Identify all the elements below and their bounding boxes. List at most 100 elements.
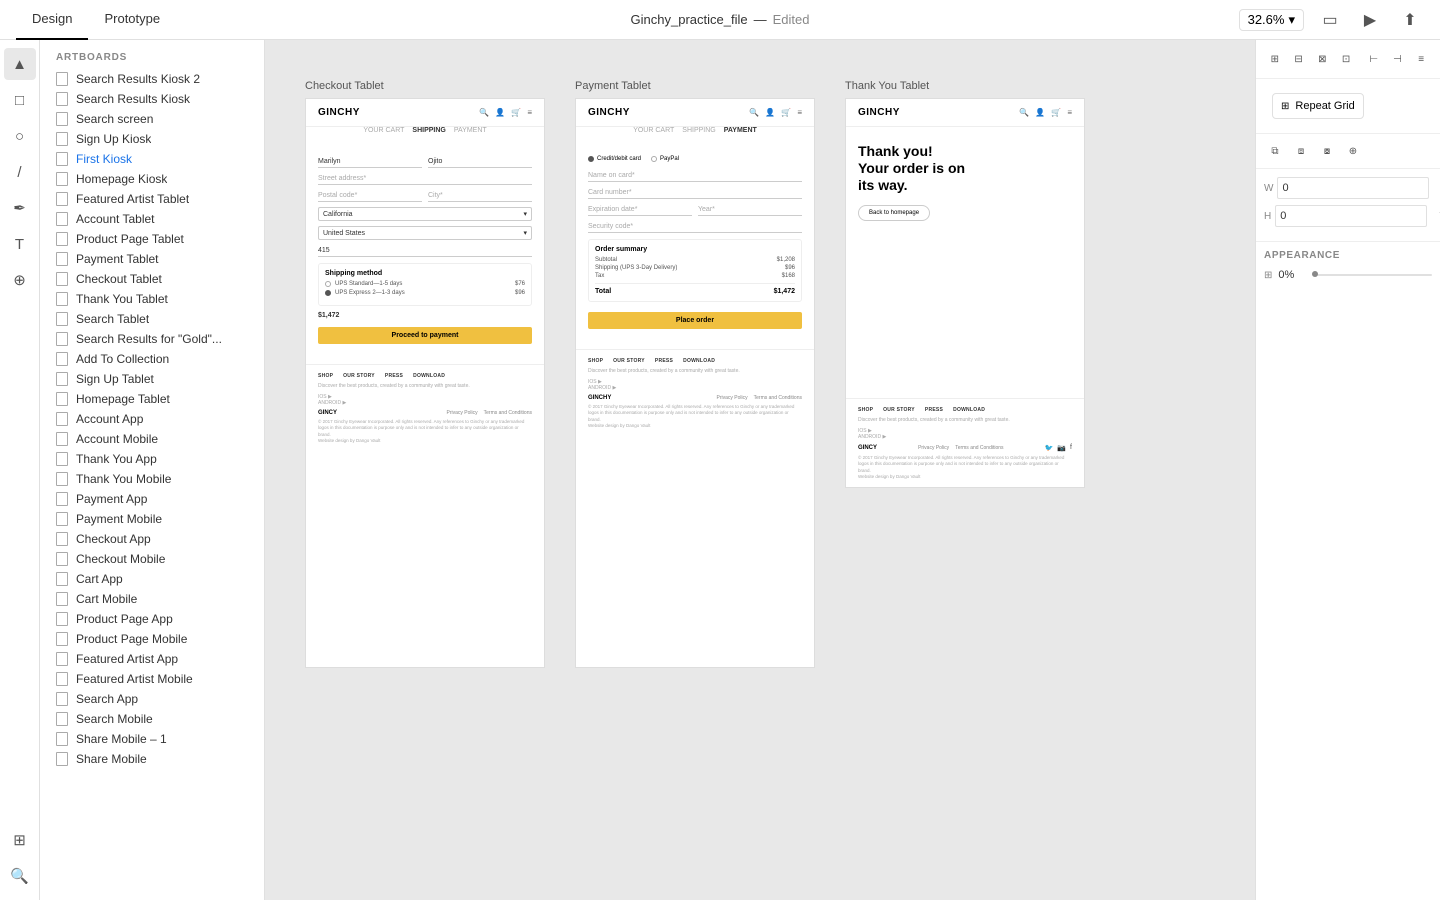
place-order-button[interactable]: Place order	[588, 312, 802, 329]
sidebar-item-search-results-kiosk[interactable]: Search Results Kiosk	[40, 89, 264, 109]
select-tool[interactable]: ▲	[4, 48, 36, 80]
tab-prototype[interactable]: Prototype	[88, 0, 176, 40]
sidebar-item-thank-you-mobile[interactable]: Thank You Mobile	[40, 469, 264, 489]
street-address-field[interactable]: Street address*	[318, 173, 532, 185]
duplicate-down-icon[interactable]: ⧇	[1316, 140, 1338, 162]
footer-our-story[interactable]: OUR STORY	[343, 373, 375, 379]
ellipse-tool[interactable]: ○	[4, 120, 36, 152]
search-icon[interactable]: 🔍	[749, 108, 759, 117]
sidebar-item-first-kiosk[interactable]: First Kiosk	[40, 149, 264, 169]
sidebar-item-account-app[interactable]: Account App	[40, 409, 264, 429]
sidebar-item-featured-artist-mobile[interactable]: Featured Artist Mobile	[40, 669, 264, 689]
search-icon[interactable]: 🔍	[4, 860, 36, 892]
instagram-icon[interactable]: 📷	[1057, 444, 1066, 452]
name-on-card-field[interactable]: Name on card*	[588, 170, 802, 182]
artboard-frame-checkout-tablet[interactable]: GINCHY 🔍 👤 🛒 ≡ YOUR CART SHIPPING PAYMEN…	[305, 98, 545, 668]
footer-download[interactable]: DOWNLOAD	[413, 373, 445, 379]
sidebar-item-account-mobile[interactable]: Account Mobile	[40, 429, 264, 449]
duplicate-all-icon[interactable]: ⊕	[1342, 140, 1364, 162]
sidebar-item-account-tablet[interactable]: Account Tablet	[40, 209, 264, 229]
menu-icon[interactable]: ≡	[1067, 108, 1072, 117]
menu-icon[interactable]: ≡	[797, 108, 802, 117]
sidebar-item-cart-app[interactable]: Cart App	[40, 569, 264, 589]
h-input[interactable]	[1275, 205, 1427, 227]
footer-press[interactable]: PRESS	[925, 407, 943, 413]
sidebar-item-share-mobile[interactable]: Share Mobile	[40, 749, 264, 769]
sidebar-item-homepage-tablet[interactable]: Homepage Tablet	[40, 389, 264, 409]
sidebar-item-checkout-tablet[interactable]: Checkout Tablet	[40, 269, 264, 289]
last-name-field[interactable]: Ojito	[428, 156, 532, 168]
card-number-field[interactable]: Card number*	[588, 187, 802, 199]
credit-card-option[interactable]: Credit/debit card	[588, 156, 641, 162]
twitter-icon[interactable]: 🐦	[1045, 444, 1054, 452]
sidebar-item-cart-mobile[interactable]: Cart Mobile	[40, 589, 264, 609]
footer-press[interactable]: PRESS	[655, 358, 673, 364]
align-bottom-icon[interactable]: ≡	[1410, 48, 1432, 70]
country-select[interactable]: United States ▾	[318, 226, 532, 240]
footer-terms[interactable]: Terms and Conditions	[754, 395, 802, 401]
sidebar-item-checkout-mobile[interactable]: Checkout Mobile	[40, 549, 264, 569]
year-field[interactable]: Year*	[698, 204, 802, 216]
sidebar-item-thank-you-app[interactable]: Thank You App	[40, 449, 264, 469]
text-tool[interactable]: T	[4, 228, 36, 260]
sidebar-item-sign-up-kiosk[interactable]: Sign Up Kiosk	[40, 129, 264, 149]
sidebar-item-product-page-app[interactable]: Product Page App	[40, 609, 264, 629]
footer-terms[interactable]: Terms and Conditions	[484, 410, 532, 416]
sidebar-item-payment-tablet[interactable]: Payment Tablet	[40, 249, 264, 269]
city-field[interactable]: City*	[428, 190, 532, 202]
duplicate-right-icon[interactable]: ⧈	[1290, 140, 1312, 162]
sidebar-item-search-results-gold[interactable]: Search Results for "Gold"...	[40, 329, 264, 349]
footer-shop[interactable]: SHOP	[858, 407, 873, 413]
sidebar-item-search-results-kiosk-2[interactable]: Search Results Kiosk 2	[40, 69, 264, 89]
rectangle-tool[interactable]: □	[4, 84, 36, 116]
play-icon[interactable]: ▶	[1356, 6, 1384, 34]
footer-privacy[interactable]: Privacy Policy	[447, 410, 478, 416]
sidebar-item-product-page-mobile[interactable]: Product Page Mobile	[40, 629, 264, 649]
sidebar-item-thank-you-tablet[interactable]: Thank You Tablet	[40, 289, 264, 309]
state-select[interactable]: California ▾	[318, 207, 532, 221]
menu-icon[interactable]: ≡	[527, 108, 532, 117]
back-to-homepage-button[interactable]: Back to homepage	[858, 205, 930, 221]
shipping-option-1[interactable]: UPS Standard—1-5 days $76	[325, 281, 525, 287]
footer-press[interactable]: PRESS	[385, 373, 403, 379]
sidebar-item-checkout-app[interactable]: Checkout App	[40, 529, 264, 549]
phone-field[interactable]: 415	[318, 245, 532, 257]
cart-icon[interactable]: 🛒	[511, 108, 521, 117]
sidebar-item-search-app[interactable]: Search App	[40, 689, 264, 709]
opacity-slider[interactable]	[1312, 274, 1432, 276]
footer-our-story[interactable]: OUR STORY	[883, 407, 915, 413]
sidebar-item-add-to-collection[interactable]: Add To Collection	[40, 349, 264, 369]
sidebar-item-search-screen[interactable]: Search screen	[40, 109, 264, 129]
assets-tool[interactable]: ⊕	[4, 264, 36, 296]
sidebar-item-sign-up-tablet[interactable]: Sign Up Tablet	[40, 369, 264, 389]
person-icon[interactable]: 👤	[765, 108, 775, 117]
share-icon[interactable]: ⬆	[1396, 6, 1424, 34]
sidebar-item-share-mobile-1[interactable]: Share Mobile – 1	[40, 729, 264, 749]
align-center-v-icon[interactable]: ⊣	[1387, 48, 1409, 70]
footer-privacy[interactable]: Privacy Policy	[918, 445, 949, 451]
align-center-h-icon[interactable]: ⊟	[1288, 48, 1310, 70]
cart-icon[interactable]: 🛒	[1051, 108, 1061, 117]
security-field[interactable]: Security code*	[588, 221, 802, 233]
align-left-icon[interactable]: ⊞	[1264, 48, 1286, 70]
shipping-option-2[interactable]: UPS Express 2—1-3 days $96	[325, 290, 525, 296]
artboard-frame-payment-tablet[interactable]: GINCHY 🔍 👤 🛒 ≡ YOUR CART SHIPPING PAYMEN…	[575, 98, 815, 668]
paypal-option[interactable]: PayPal	[651, 156, 679, 162]
facebook-icon[interactable]: f	[1070, 444, 1072, 452]
line-tool[interactable]: /	[4, 156, 36, 188]
person-icon[interactable]: 👤	[495, 108, 505, 117]
w-input[interactable]	[1277, 177, 1429, 199]
person-icon[interactable]: 👤	[1035, 108, 1045, 117]
sidebar-item-payment-app[interactable]: Payment App	[40, 489, 264, 509]
align-top-icon[interactable]: ⊢	[1363, 48, 1385, 70]
footer-download[interactable]: DOWNLOAD	[683, 358, 715, 364]
expiry-field[interactable]: Expiration date*	[588, 204, 692, 216]
footer-privacy[interactable]: Privacy Policy	[717, 395, 748, 401]
duplicate-icon[interactable]: ⧉	[1264, 140, 1286, 162]
layers-icon[interactable]: ⊞	[4, 824, 36, 856]
repeat-grid-button[interactable]: ⊞ Repeat Grid	[1272, 93, 1364, 119]
sidebar-item-search-tablet[interactable]: Search Tablet	[40, 309, 264, 329]
sidebar-item-product-page-tablet[interactable]: Product Page Tablet	[40, 229, 264, 249]
tab-design[interactable]: Design	[16, 0, 88, 40]
sidebar-item-search-mobile[interactable]: Search Mobile	[40, 709, 264, 729]
